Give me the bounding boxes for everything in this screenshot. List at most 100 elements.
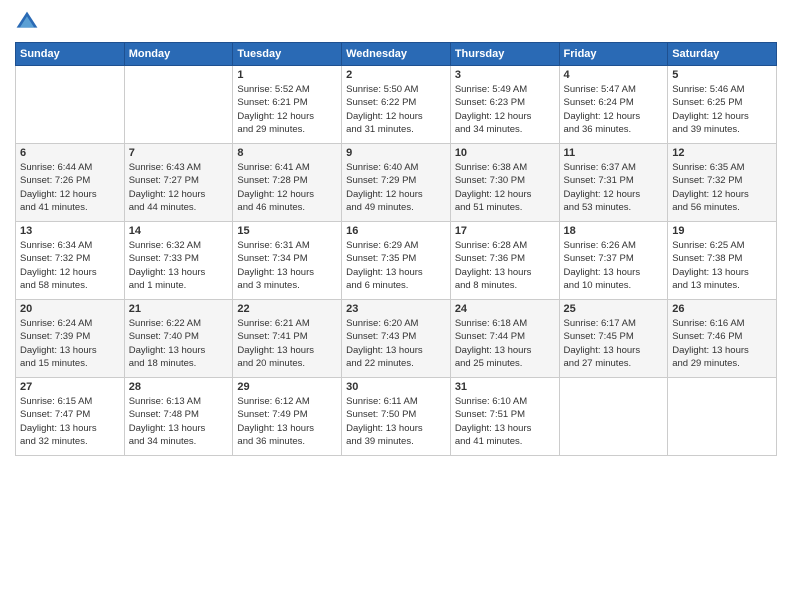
calendar-cell: 1 Sunrise: 5:52 AM Sunset: 6:21 PM Daylig… bbox=[233, 66, 342, 144]
day-info: Sunrise: 6:44 AM Sunset: 7:26 PM Dayligh… bbox=[20, 161, 120, 214]
day-number: 19 bbox=[672, 225, 772, 237]
calendar-cell: 22 Sunrise: 6:21 AM Sunset: 7:41 PM Dayli… bbox=[233, 300, 342, 378]
day-info: Sunrise: 6:38 AM Sunset: 7:30 PM Dayligh… bbox=[455, 161, 555, 214]
calendar-cell: 9Sunrise: 6:40 AM Sunset: 7:29 PM Daylig… bbox=[342, 144, 451, 222]
day-info: Sunrise: 6:41 AM Sunset: 7:28 PM Dayligh… bbox=[237, 161, 337, 214]
day-number: 23 bbox=[346, 303, 446, 315]
day-number: 18 bbox=[564, 225, 664, 237]
calendar-table: SundayMondayTuesdayWednesdayThursdayFrid… bbox=[15, 42, 777, 456]
calendar-cell: 27 Sunrise: 6:15 AM Sunset: 7:47 PM Dayli… bbox=[16, 378, 125, 456]
calendar-cell: 14 Sunrise: 6:32 AM Sunset: 7:33 PM Dayli… bbox=[124, 222, 233, 300]
day-info: Sunrise: 5:52 AM Sunset: 6:21 PM Dayligh… bbox=[237, 83, 337, 136]
day-info: Sunrise: 6:17 AM Sunset: 7:45 PM Dayligh… bbox=[564, 317, 664, 370]
day-info: Sunrise: 6:15 AM Sunset: 7:47 PM Dayligh… bbox=[20, 395, 120, 448]
calendar-week-row: 1 Sunrise: 5:52 AM Sunset: 6:21 PM Daylig… bbox=[16, 66, 777, 144]
calendar-cell: 26 Sunrise: 6:16 AM Sunset: 7:46 PM Dayli… bbox=[668, 300, 777, 378]
weekday-header: Monday bbox=[124, 43, 233, 66]
day-number: 24 bbox=[455, 303, 555, 315]
calendar-week-row: 27 Sunrise: 6:15 AM Sunset: 7:47 PM Dayli… bbox=[16, 378, 777, 456]
day-info: Sunrise: 6:29 AM Sunset: 7:35 PM Dayligh… bbox=[346, 239, 446, 292]
calendar-cell: 5 Sunrise: 5:46 AM Sunset: 6:25 PM Daylig… bbox=[668, 66, 777, 144]
calendar-week-row: 6 Sunrise: 6:44 AM Sunset: 7:26 PM Daylig… bbox=[16, 144, 777, 222]
day-number: 6 bbox=[20, 147, 120, 159]
weekday-header: Saturday bbox=[668, 43, 777, 66]
day-number: 5 bbox=[672, 69, 772, 81]
day-number: 28 bbox=[129, 381, 229, 393]
day-info: Sunrise: 6:12 AM Sunset: 7:49 PM Dayligh… bbox=[237, 395, 337, 448]
day-number: 22 bbox=[237, 303, 337, 315]
day-number: 8 bbox=[237, 147, 337, 159]
day-info: Sunrise: 6:28 AM Sunset: 7:36 PM Dayligh… bbox=[455, 239, 555, 292]
calendar-cell: 11Sunrise: 6:37 AM Sunset: 7:31 PM Dayli… bbox=[559, 144, 668, 222]
day-info: Sunrise: 6:31 AM Sunset: 7:34 PM Dayligh… bbox=[237, 239, 337, 292]
weekday-header: Wednesday bbox=[342, 43, 451, 66]
calendar-cell: 20Sunrise: 6:24 AM Sunset: 7:39 PM Dayli… bbox=[16, 300, 125, 378]
day-number: 2 bbox=[346, 69, 446, 81]
calendar-cell: 29 Sunrise: 6:12 AM Sunset: 7:49 PM Dayli… bbox=[233, 378, 342, 456]
calendar-cell bbox=[16, 66, 125, 144]
day-number: 10 bbox=[455, 147, 555, 159]
day-number: 21 bbox=[129, 303, 229, 315]
day-number: 25 bbox=[564, 303, 664, 315]
day-info: Sunrise: 6:35 AM Sunset: 7:32 PM Dayligh… bbox=[672, 161, 772, 214]
day-info: Sunrise: 6:22 AM Sunset: 7:40 PM Dayligh… bbox=[129, 317, 229, 370]
calendar-cell: 16 Sunrise: 6:29 AM Sunset: 7:35 PM Dayli… bbox=[342, 222, 451, 300]
day-number: 27 bbox=[20, 381, 120, 393]
calendar-cell: 7Sunrise: 6:43 AM Sunset: 7:27 PM Daylig… bbox=[124, 144, 233, 222]
calendar-week-row: 20Sunrise: 6:24 AM Sunset: 7:39 PM Dayli… bbox=[16, 300, 777, 378]
calendar-cell: 10 Sunrise: 6:38 AM Sunset: 7:30 PM Dayli… bbox=[450, 144, 559, 222]
day-number: 12 bbox=[672, 147, 772, 159]
calendar-cell: 13 Sunrise: 6:34 AM Sunset: 7:32 PM Dayli… bbox=[16, 222, 125, 300]
calendar-cell: 4 Sunrise: 5:47 AM Sunset: 6:24 PM Daylig… bbox=[559, 66, 668, 144]
day-info: Sunrise: 6:25 AM Sunset: 7:38 PM Dayligh… bbox=[672, 239, 772, 292]
day-number: 15 bbox=[237, 225, 337, 237]
day-number: 14 bbox=[129, 225, 229, 237]
weekday-header: Friday bbox=[559, 43, 668, 66]
day-number: 26 bbox=[672, 303, 772, 315]
day-info: Sunrise: 6:34 AM Sunset: 7:32 PM Dayligh… bbox=[20, 239, 120, 292]
day-number: 16 bbox=[346, 225, 446, 237]
header bbox=[15, 10, 777, 34]
day-info: Sunrise: 6:10 AM Sunset: 7:51 PM Dayligh… bbox=[455, 395, 555, 448]
day-number: 13 bbox=[20, 225, 120, 237]
day-info: Sunrise: 6:32 AM Sunset: 7:33 PM Dayligh… bbox=[129, 239, 229, 292]
calendar-cell: 21 Sunrise: 6:22 AM Sunset: 7:40 PM Dayli… bbox=[124, 300, 233, 378]
day-info: Sunrise: 6:16 AM Sunset: 7:46 PM Dayligh… bbox=[672, 317, 772, 370]
day-info: Sunrise: 5:50 AM Sunset: 6:22 PM Dayligh… bbox=[346, 83, 446, 136]
day-info: Sunrise: 5:47 AM Sunset: 6:24 PM Dayligh… bbox=[564, 83, 664, 136]
day-info: Sunrise: 6:18 AM Sunset: 7:44 PM Dayligh… bbox=[455, 317, 555, 370]
calendar-cell: 17 Sunrise: 6:28 AM Sunset: 7:36 PM Dayli… bbox=[450, 222, 559, 300]
day-info: Sunrise: 5:46 AM Sunset: 6:25 PM Dayligh… bbox=[672, 83, 772, 136]
day-info: Sunrise: 5:49 AM Sunset: 6:23 PM Dayligh… bbox=[455, 83, 555, 136]
calendar-cell: 6 Sunrise: 6:44 AM Sunset: 7:26 PM Daylig… bbox=[16, 144, 125, 222]
day-number: 4 bbox=[564, 69, 664, 81]
logo-icon bbox=[15, 10, 39, 34]
calendar-cell: 19 Sunrise: 6:25 AM Sunset: 7:38 PM Dayli… bbox=[668, 222, 777, 300]
weekday-header: Thursday bbox=[450, 43, 559, 66]
calendar-cell: 24 Sunrise: 6:18 AM Sunset: 7:44 PM Dayli… bbox=[450, 300, 559, 378]
calendar-cell: 12 Sunrise: 6:35 AM Sunset: 7:32 PM Dayli… bbox=[668, 144, 777, 222]
calendar-cell bbox=[124, 66, 233, 144]
calendar-header-row: SundayMondayTuesdayWednesdayThursdayFrid… bbox=[16, 43, 777, 66]
calendar-cell: 28 Sunrise: 6:13 AM Sunset: 7:48 PM Dayli… bbox=[124, 378, 233, 456]
calendar-cell: 25 Sunrise: 6:17 AM Sunset: 7:45 PM Dayli… bbox=[559, 300, 668, 378]
day-info: Sunrise: 6:20 AM Sunset: 7:43 PM Dayligh… bbox=[346, 317, 446, 370]
day-number: 1 bbox=[237, 69, 337, 81]
day-number: 11 bbox=[564, 147, 664, 159]
calendar-cell: 8 Sunrise: 6:41 AM Sunset: 7:28 PM Daylig… bbox=[233, 144, 342, 222]
calendar-cell: 23 Sunrise: 6:20 AM Sunset: 7:43 PM Dayli… bbox=[342, 300, 451, 378]
day-number: 20 bbox=[20, 303, 120, 315]
logo bbox=[15, 10, 43, 34]
weekday-header: Sunday bbox=[16, 43, 125, 66]
day-info: Sunrise: 6:13 AM Sunset: 7:48 PM Dayligh… bbox=[129, 395, 229, 448]
calendar-cell: 18Sunrise: 6:26 AM Sunset: 7:37 PM Dayli… bbox=[559, 222, 668, 300]
calendar-cell: 2 Sunrise: 5:50 AM Sunset: 6:22 PM Daylig… bbox=[342, 66, 451, 144]
calendar-cell bbox=[559, 378, 668, 456]
day-number: 29 bbox=[237, 381, 337, 393]
day-number: 7 bbox=[129, 147, 229, 159]
day-number: 30 bbox=[346, 381, 446, 393]
calendar-cell: 30Sunrise: 6:11 AM Sunset: 7:50 PM Dayli… bbox=[342, 378, 451, 456]
calendar-cell: 3Sunrise: 5:49 AM Sunset: 6:23 PM Daylig… bbox=[450, 66, 559, 144]
day-number: 17 bbox=[455, 225, 555, 237]
day-info: Sunrise: 6:21 AM Sunset: 7:41 PM Dayligh… bbox=[237, 317, 337, 370]
